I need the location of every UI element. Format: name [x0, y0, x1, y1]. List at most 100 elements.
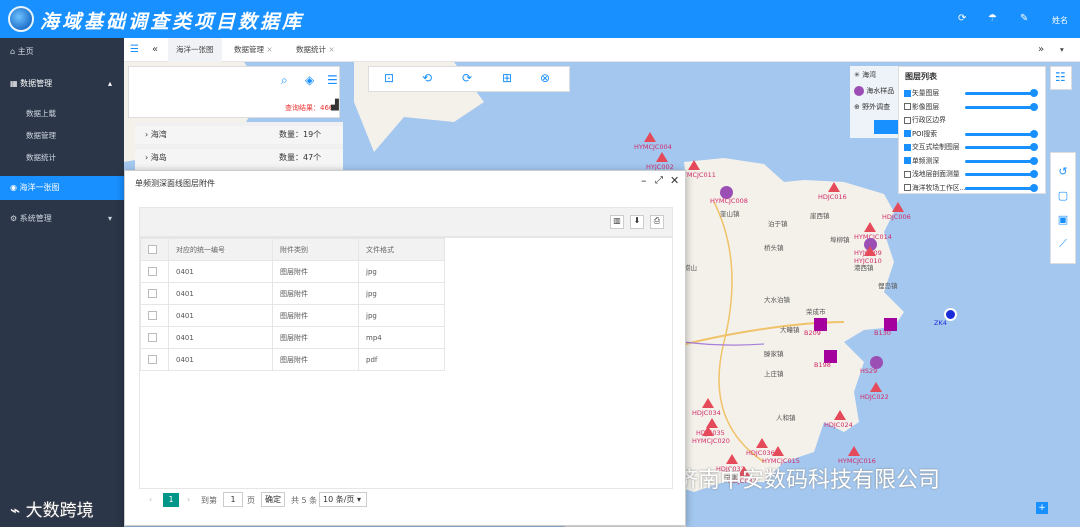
map-marker[interactable] [870, 382, 882, 392]
layer-item[interactable]: 矢量图层 [899, 87, 1045, 100]
opacity-slider[interactable] [965, 89, 1038, 97]
page-size-select[interactable]: 10 条/页 ▾ [319, 492, 367, 507]
sidebar-item-stats[interactable]: 数据统计 [0, 146, 124, 170]
table-cell: jpg [358, 304, 445, 327]
row-checkbox[interactable] [140, 304, 169, 327]
legend-button[interactable] [874, 120, 900, 134]
export-icon[interactable]: ⬇ [630, 215, 644, 229]
row-checkbox[interactable] [140, 282, 169, 305]
close-icon[interactable]: ✕ [670, 174, 679, 187]
search-list-icon[interactable]: ⌕ [281, 73, 288, 88]
clear-draw-icon[interactable]: ⊗ [533, 71, 557, 87]
maximize-icon[interactable]: ⤢ [655, 175, 663, 186]
list-icon[interactable]: ☰ [327, 73, 338, 87]
opacity-slider[interactable] [965, 170, 1038, 178]
sidebar-item-home[interactable]: ⌂ 主页 [0, 40, 124, 64]
layer-item[interactable]: 单频测深 [899, 155, 1045, 168]
table-row[interactable]: 0401 图层附件 jpg [140, 304, 445, 327]
list-item[interactable]: › 海湾 数量：19个 [135, 126, 343, 144]
layer-item[interactable]: 交互式绘制图层 [899, 141, 1045, 154]
map-marker[interactable] [834, 410, 846, 420]
layer-item[interactable]: 行政区边界 [899, 114, 1045, 127]
layer-checkbox[interactable] [904, 170, 911, 178]
confirm-button[interactable]: 确定 [261, 492, 285, 507]
frame-icon[interactable]: ▣ [1054, 211, 1072, 229]
layer-checkbox[interactable] [904, 157, 911, 164]
minimize-icon[interactable]: – [641, 174, 647, 187]
page-input[interactable]: 1 [223, 492, 243, 507]
row-checkbox[interactable] [140, 260, 169, 283]
opacity-slider[interactable] [965, 156, 1038, 165]
layer-item[interactable]: 影像图层 [899, 101, 1045, 114]
map-marker[interactable] [828, 182, 840, 192]
table-row[interactable]: 0401 图层附件 pdf [140, 348, 445, 371]
draw-line-icon[interactable]: ⟲ [415, 71, 439, 87]
map-marker[interactable] [702, 426, 714, 436]
crop-icon[interactable]: ▢ [1054, 187, 1072, 205]
layers-icon[interactable]: ◈ [305, 73, 314, 87]
next-page-icon[interactable]: › [187, 495, 190, 504]
opacity-slider[interactable] [965, 183, 1038, 192]
layer-checkbox[interactable] [904, 184, 911, 191]
menu-toggle-icon[interactable]: ☰ [130, 38, 139, 62]
row-checkbox[interactable] [140, 326, 169, 349]
table-row[interactable]: 0401 图层附件 jpg [140, 282, 445, 305]
layer-checkbox[interactable] [904, 103, 911, 110]
zoom-in-button[interactable]: + [1036, 502, 1048, 514]
map-marker[interactable] [892, 202, 904, 212]
select-all-checkbox[interactable] [140, 238, 169, 261]
layer-checkbox[interactable] [904, 143, 911, 151]
map-marker[interactable] [864, 222, 876, 232]
sidebar-item-upload[interactable]: 数据上载 [0, 102, 124, 126]
message-icon[interactable]: ✎ [1020, 13, 1028, 24]
column-header[interactable]: 文件格式 [358, 238, 445, 261]
sidebar-item-manage[interactable]: 数据管理 [0, 124, 124, 148]
map-marker[interactable] [644, 132, 656, 142]
page-current[interactable]: 1 [163, 493, 179, 507]
chevron-down-icon[interactable]: ▾ [1060, 38, 1064, 62]
layer-item[interactable]: 海洋牧场工作区... [899, 182, 1045, 195]
tab-data-stats[interactable]: 数据统计 × [296, 38, 335, 62]
opacity-slider[interactable] [965, 102, 1038, 111]
row-checkbox[interactable] [140, 348, 169, 371]
map-marker[interactable] [756, 438, 768, 448]
columns-icon[interactable]: ▥ [610, 215, 624, 229]
opacity-slider[interactable] [965, 129, 1038, 138]
filter-button[interactable]: ☷ [1050, 66, 1072, 90]
map-marker[interactable] [864, 246, 876, 256]
measure-icon[interactable]: ⟋ [1054, 235, 1072, 253]
tab-data-manage[interactable]: 数据管理 × [234, 38, 273, 62]
table-row[interactable]: 0401 图层附件 mp4 [140, 326, 445, 349]
map-marker[interactable] [772, 446, 784, 456]
layer-item[interactable]: POI搜索 [899, 128, 1045, 141]
layer-checkbox[interactable] [904, 116, 911, 124]
map-marker[interactable] [848, 446, 860, 456]
draw-point-icon[interactable]: ⊡ [377, 71, 401, 87]
draw-polygon-icon[interactable]: ⟳ [455, 71, 479, 87]
map-marker[interactable] [656, 152, 668, 162]
layer-checkbox[interactable] [904, 130, 911, 137]
column-header[interactable]: 对应的统一编号 [168, 238, 273, 261]
refresh-icon[interactable]: ⟳ [958, 13, 966, 24]
tab-scroll-right-icon[interactable]: » [1038, 38, 1044, 62]
sidebar-item-system[interactable]: ⚙ 系统管理 ▾ [0, 207, 124, 231]
skin-icon[interactable]: ☂ [988, 13, 997, 24]
history-icon[interactable]: ↺ [1054, 163, 1072, 181]
sidebar-item-data-mgmt[interactable]: ▦ 数据管理 ▴ [0, 72, 124, 96]
opacity-slider[interactable] [965, 143, 1038, 151]
prev-page-icon[interactable]: ‹ [149, 495, 152, 504]
map-marker[interactable] [702, 398, 714, 408]
tab-ocean-map[interactable]: 海洋一张图 [168, 38, 222, 62]
tab-scroll-left-icon[interactable]: « [152, 38, 158, 62]
column-header[interactable]: 附件类别 [272, 238, 359, 261]
table-row[interactable]: 0401 图层附件 jpg [140, 260, 445, 283]
sidebar-item-ocean-map[interactable]: ◉ 海洋一张图 [0, 176, 124, 200]
map-marker[interactable] [688, 160, 700, 170]
print-icon[interactable]: ⎙ [650, 215, 664, 229]
user-name[interactable]: 姓名 [1052, 15, 1068, 26]
layer-item[interactable]: 浅地层剖面测量 [899, 168, 1045, 181]
layer-checkbox[interactable] [904, 89, 911, 97]
draw-rect-icon[interactable]: ⊞ [495, 71, 519, 87]
chart-icon[interactable]: ▟ [331, 100, 339, 111]
list-item[interactable]: › 海岛 数量：47个 [135, 149, 343, 167]
